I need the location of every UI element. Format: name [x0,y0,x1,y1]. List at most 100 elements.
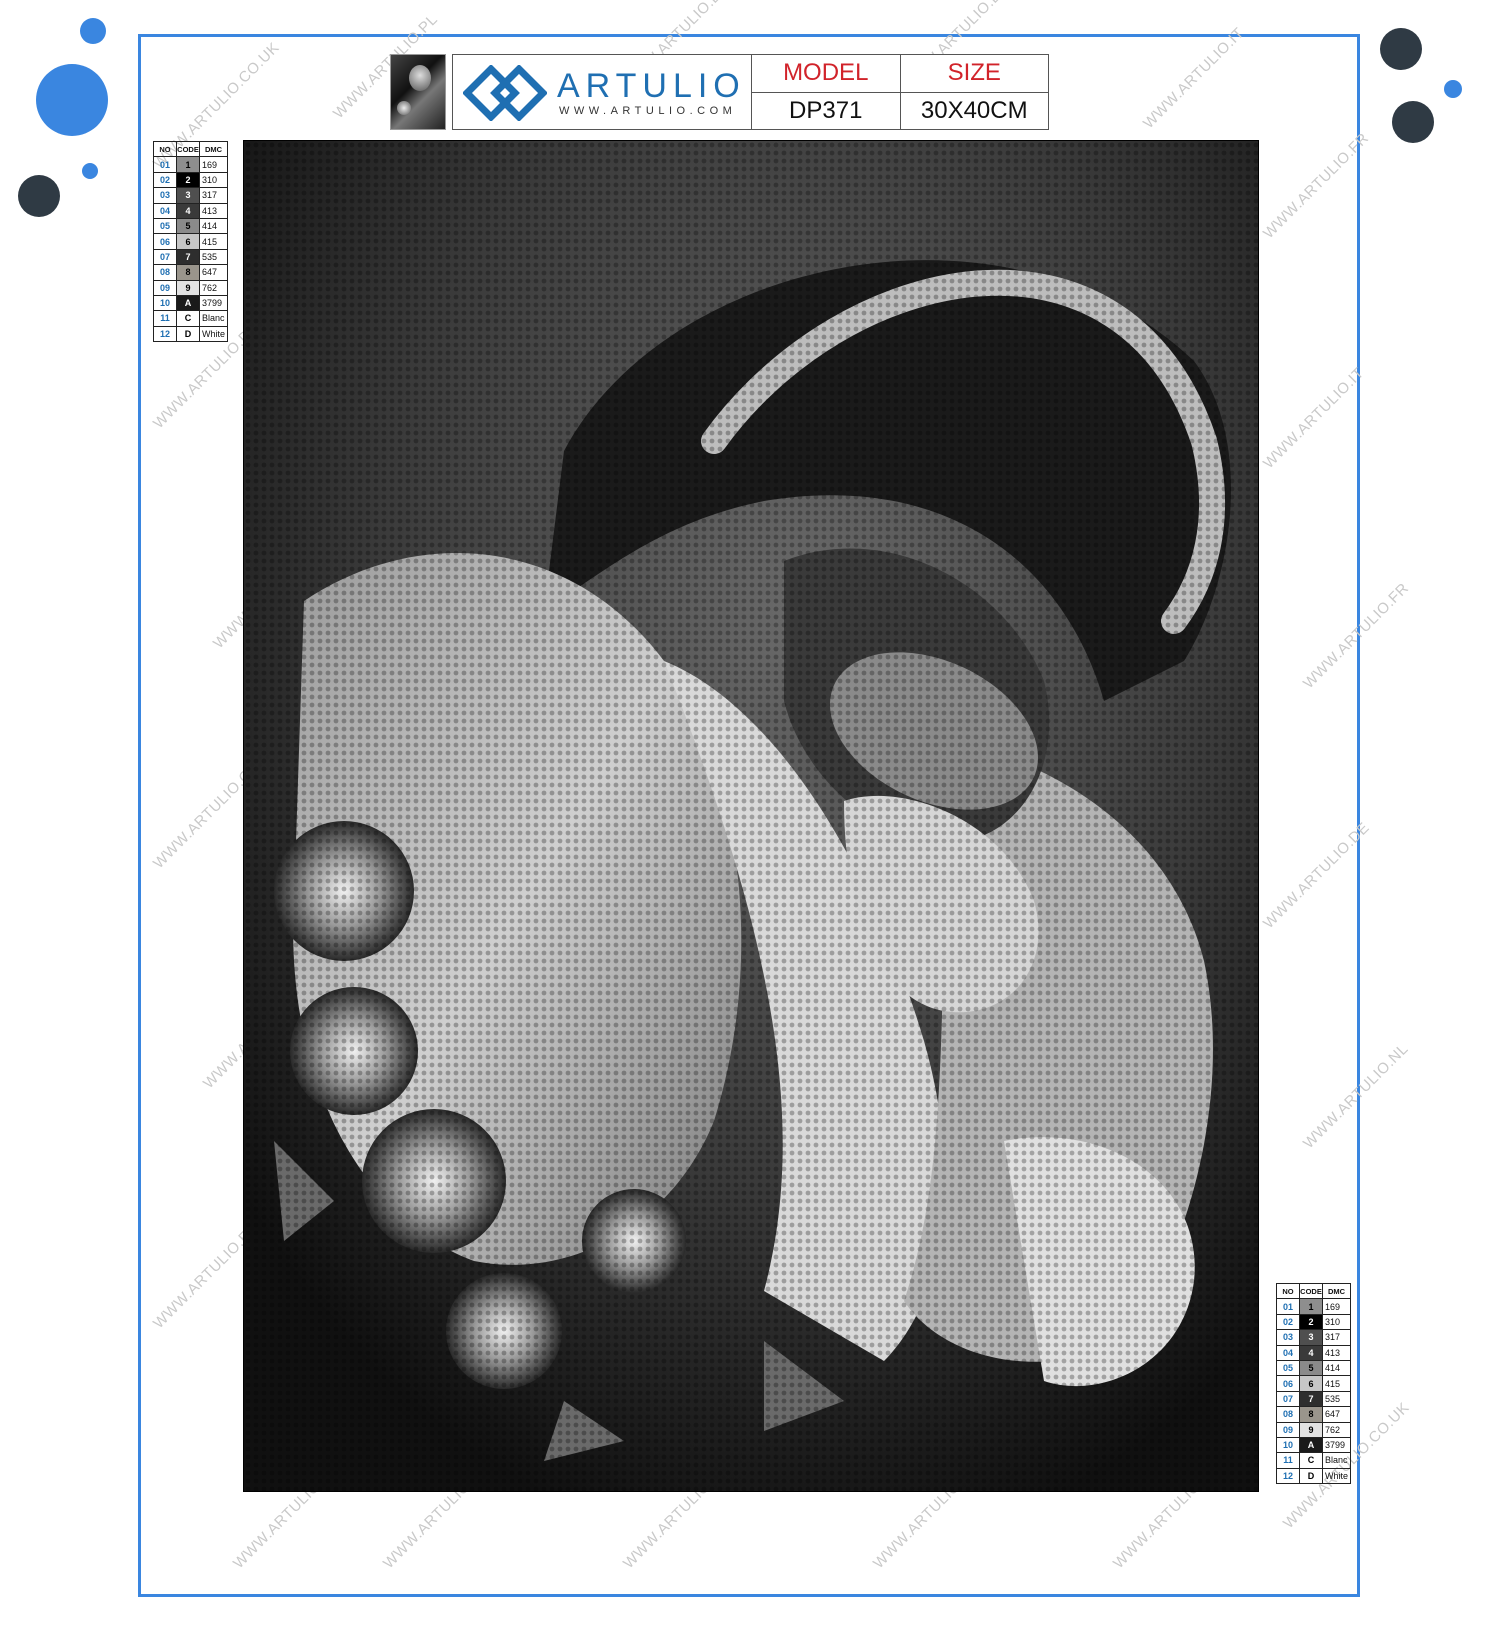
legend-header-code: CODE [1299,1282,1323,1300]
legend-row: 10 A 3799 [1276,1436,1351,1454]
legend-code-swatch: 2 [1299,1313,1323,1331]
legend-row: 11 C Blanc [1276,1452,1351,1469]
legend-number: 02 [1276,1313,1300,1331]
legend-code-swatch: 3 [1299,1329,1323,1346]
legend-code-swatch: 5 [1299,1359,1323,1377]
legend-number: 07 [153,248,177,266]
legend-row: 05 5 414 [1276,1359,1351,1377]
legend-number: 08 [153,264,177,281]
diamond-pattern-canvas [243,140,1259,1492]
product-header: ARTULIO WWW.ARTULIO.COM MODEL DP371 SIZE… [452,54,1049,130]
legend-row: 12 D White [1276,1467,1351,1485]
legend-number: 12 [1276,1467,1300,1485]
preview-thumbnail [390,54,446,130]
brand-url: WWW.ARTULIO.COM [559,105,737,117]
legend-dmc: 310 [1322,1313,1351,1331]
legend-row: 09 9 762 [1276,1421,1351,1438]
legend-number: 12 [153,325,177,343]
legend-row: 11 C Blanc [153,310,228,327]
legend-dmc: 762 [1322,1421,1351,1438]
legend-number: 03 [153,187,177,204]
legend-row: 02 2 310 [153,171,228,189]
legend-row: 07 7 535 [153,248,228,266]
decor-dot [36,64,108,136]
legend-number: 09 [153,279,177,296]
legend-row: 01 1 169 [1276,1298,1351,1315]
legend-row: 04 4 413 [1276,1344,1351,1361]
legend-number: 02 [153,171,177,189]
decor-dot [1392,101,1434,143]
artulio-logo-icon [463,65,547,121]
legend-header-no: NO [1276,1282,1300,1300]
legend-code-swatch: A [1299,1436,1323,1454]
legend-dmc: 415 [1322,1375,1351,1392]
model-column: MODEL DP371 [752,55,900,129]
legend-row: 06 6 415 [1276,1375,1351,1392]
legend-row: 01 1 169 [153,156,228,173]
legend-dmc: 310 [199,171,228,189]
model-label: MODEL [752,55,900,93]
legend-dmc: White [1322,1467,1351,1485]
legend-dmc: 413 [1322,1344,1351,1361]
legend-code-swatch: 4 [176,202,200,219]
legend-dmc: 169 [1322,1298,1351,1315]
legend-row: 03 3 317 [1276,1329,1351,1346]
legend-code-swatch: 9 [1299,1421,1323,1438]
legend-code-swatch: 2 [176,171,200,189]
legend-dmc: 762 [199,279,228,296]
legend-row: 10 A 3799 [153,294,228,312]
legend-number: 10 [153,294,177,312]
legend-code-swatch: 1 [176,156,200,173]
legend-number: 01 [1276,1298,1300,1315]
legend-code-swatch: 4 [1299,1344,1323,1361]
legend-header-code: CODE [176,140,200,158]
legend-row: 08 8 647 [153,264,228,281]
legend-dmc: 3799 [1322,1436,1351,1454]
decor-dot [1444,80,1462,98]
legend-dmc: 317 [1322,1329,1351,1346]
legend-header-dmc: DMC [1322,1282,1351,1300]
decor-dot [1380,28,1422,70]
legend-code-swatch: 6 [1299,1375,1323,1392]
legend-header-dmc: DMC [199,140,228,158]
legend-number: 11 [153,310,177,327]
legend-row: 05 5 414 [153,217,228,235]
size-label: SIZE [900,55,1048,93]
legend-dmc: 535 [1322,1390,1351,1408]
decor-dot [82,163,98,179]
brand-logo: ARTULIO WWW.ARTULIO.COM [453,55,752,129]
size-value: 30X40CM [920,96,1028,124]
pattern-artwork [244,141,1258,1491]
legend-dmc: 535 [199,248,228,266]
decor-dot [18,175,60,217]
legend-dmc: 169 [199,156,228,173]
legend-dmc: 647 [1322,1406,1351,1423]
legend-dmc: 3799 [199,294,228,312]
size-column: SIZE 30X40CM [899,55,1048,129]
legend-header-no: NO [153,140,177,158]
legend-number: 06 [1276,1375,1300,1392]
legend-number: 11 [1276,1452,1300,1469]
legend-number: 09 [1276,1421,1300,1438]
legend-row: 12 D White [153,325,228,343]
model-value: DP371 [789,96,863,124]
legend-row: 08 8 647 [1276,1406,1351,1423]
legend-row: 09 9 762 [153,279,228,296]
legend-number: 05 [1276,1359,1300,1377]
legend-dmc: 317 [199,187,228,204]
legend-dmc: 414 [199,217,228,235]
legend-number: 08 [1276,1406,1300,1423]
legend-code-swatch: 6 [176,233,200,250]
legend-number: 04 [1276,1344,1300,1361]
color-legend-left: NO CODE DMC 01 1 169 02 2 310 03 3 317 04 4 413 05 5 414 0… [153,140,228,343]
legend-number: 03 [1276,1329,1300,1346]
legend-row: 03 3 317 [153,187,228,204]
legend-dmc: Blanc [1322,1452,1351,1469]
legend-code-swatch: A [176,294,200,312]
legend-number: 10 [1276,1436,1300,1454]
legend-number: 04 [153,202,177,219]
legend-code-swatch: C [176,310,200,327]
legend-dmc: 413 [199,202,228,219]
brand-name: ARTULIO [557,67,746,105]
legend-number: 05 [153,217,177,235]
